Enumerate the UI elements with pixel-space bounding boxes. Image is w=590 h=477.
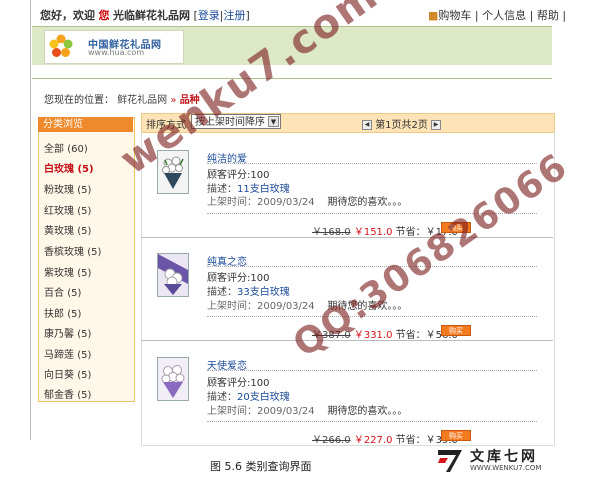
product-desc: 描述：20支白玫瑰 bbox=[207, 392, 290, 403]
sidebar-title: 分类浏览 bbox=[38, 117, 133, 132]
register-link[interactable]: 注册 bbox=[224, 9, 246, 22]
sidebar-item-purple-rose[interactable]: 紫玫瑰 (5) bbox=[44, 264, 91, 279]
sidebar-item-champagne-rose[interactable]: 香槟玫瑰 (5) bbox=[44, 243, 101, 258]
sidebar-item-calla[interactable]: 马蹄莲 (5) bbox=[44, 346, 91, 361]
dotted-divider bbox=[207, 266, 537, 267]
login-link[interactable]: 登录 bbox=[198, 9, 220, 22]
item-separator bbox=[141, 340, 553, 341]
greet-site: 光临鲜花礼品网 bbox=[113, 9, 190, 22]
top-links: ■购物车 | 个人信息 | 帮助 | bbox=[428, 9, 567, 22]
bouquet-icon bbox=[158, 358, 188, 400]
profile-link[interactable]: 个人信息 bbox=[482, 9, 526, 22]
product-date: 上架时间：2009/03/24 期待您的喜欢。。。 bbox=[207, 406, 408, 417]
buy-button[interactable]: 购买 bbox=[441, 325, 471, 336]
sidebar-item-yellow-rose[interactable]: 黄玫瑰 (5) bbox=[44, 222, 91, 237]
cart-link[interactable]: 购物车 bbox=[438, 9, 471, 22]
greet-icon: 您 bbox=[98, 9, 110, 22]
product-rating: 顾客评分:100 bbox=[207, 273, 270, 284]
breadcrumb-prefix: 您现在的位置： bbox=[44, 95, 114, 106]
product-date: 上架时间：2009/03/24 期待您的喜欢。。。 bbox=[207, 197, 408, 208]
product-rating: 顾客评分:100 bbox=[207, 378, 270, 389]
sidebar-item-sunflower[interactable]: 向日葵 (5) bbox=[44, 366, 91, 381]
bouquet-icon bbox=[158, 254, 188, 296]
product-image[interactable] bbox=[157, 253, 189, 297]
next-page-icon[interactable]: ▶ bbox=[431, 120, 442, 130]
cart-icon[interactable]: ■ bbox=[428, 9, 438, 22]
dotted-divider bbox=[207, 370, 537, 371]
chevron-down-icon[interactable]: ▼ bbox=[268, 116, 279, 127]
help-link[interactable]: 帮助 bbox=[537, 9, 559, 22]
sidebar-item-white-rose[interactable]: 白玫瑰 (5) bbox=[44, 160, 94, 175]
pager: ◀ 第1页共2页 ▶ bbox=[362, 116, 442, 131]
buy-button[interactable]: 购买 bbox=[441, 430, 471, 441]
dotted-divider bbox=[207, 421, 537, 422]
brand-name: 文库七网 bbox=[470, 449, 538, 465]
product-image[interactable] bbox=[157, 357, 189, 401]
sidebar-item-gerbera[interactable]: 扶郎 (5) bbox=[44, 305, 81, 320]
page-info: 第1页共2页 bbox=[375, 120, 428, 131]
welcome-text: 您好，欢迎 您 光临鲜花礼品网 [登录|注册] bbox=[40, 9, 250, 22]
sidebar-item-lily[interactable]: 百合 (5) bbox=[44, 284, 81, 299]
product-desc: 描述：33支白玫瑰 bbox=[207, 287, 290, 298]
brand-logo-icon bbox=[438, 450, 462, 472]
breadcrumb-home[interactable]: 鲜花礼品网 bbox=[117, 95, 167, 106]
brand-url: WWW.WENKU7.COM bbox=[470, 464, 542, 472]
sidebar-item-carnation[interactable]: 康乃馨 (5) bbox=[44, 325, 91, 340]
prev-page-icon[interactable]: ◀ bbox=[362, 120, 372, 130]
dotted-divider bbox=[207, 163, 537, 164]
sidebar-item-red-rose[interactable]: 红玫瑰 (5) bbox=[44, 202, 91, 217]
sidebar-item-tulip[interactable]: 郁金香 (5) bbox=[44, 386, 91, 401]
sidebar-item-pink-rose[interactable]: 粉玫瑰 (5) bbox=[44, 181, 91, 196]
greet-prefix: 您好，欢迎 bbox=[40, 9, 95, 22]
product-rating: 顾客评分:100 bbox=[207, 170, 270, 181]
logo-url: www.hua.com bbox=[88, 48, 145, 57]
figure-caption: 图 5.6 类别查询界面 bbox=[210, 460, 312, 473]
sidebar-item-all[interactable]: 全部 (60) bbox=[44, 140, 88, 155]
flower-logo-icon bbox=[49, 34, 73, 57]
product-price: ￥266.0 ￥227.0 节省：￥39.0 bbox=[312, 435, 458, 446]
